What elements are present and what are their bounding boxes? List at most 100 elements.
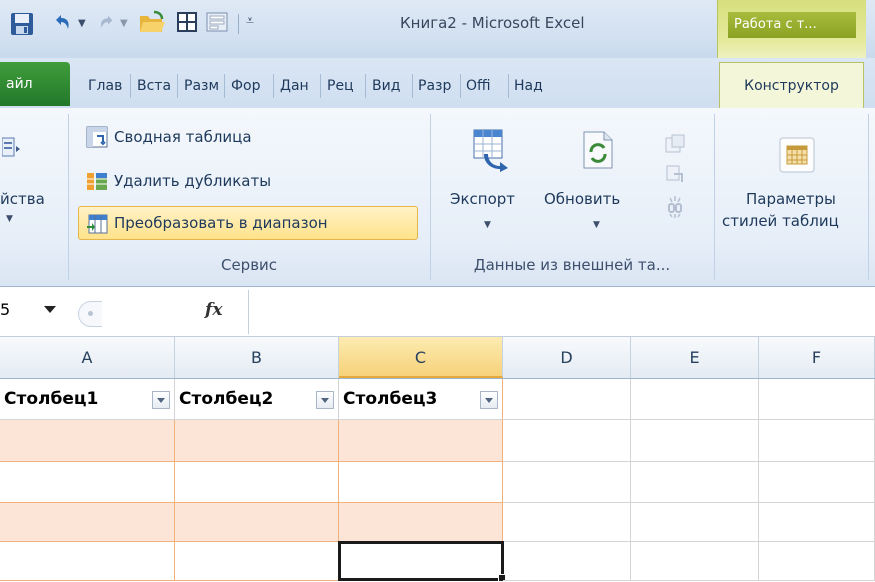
tab-developer[interactable]: Разр (418, 74, 458, 98)
redo-dropdown-icon: ▼ (120, 18, 128, 29)
cell[interactable] (631, 503, 759, 542)
cell[interactable] (503, 420, 631, 462)
tab-separator (508, 74, 509, 98)
table-style-options-label-1[interactable]: Параметры (746, 190, 836, 208)
tab-separator (412, 74, 413, 98)
cell[interactable] (503, 379, 631, 420)
export-icon (473, 129, 508, 172)
insert-function-icon[interactable]: fx (205, 300, 222, 320)
group-separator (430, 114, 431, 280)
table-icon[interactable] (176, 11, 198, 33)
table-cell[interactable] (0, 503, 175, 542)
tab-separator (460, 74, 461, 98)
column-header-d[interactable]: D (503, 337, 631, 378)
filter-dropdown-icon[interactable] (152, 391, 170, 409)
cell[interactable] (631, 420, 759, 462)
cell[interactable] (759, 462, 875, 503)
column-header-c[interactable]: C (339, 337, 503, 378)
tab-design[interactable]: Конструктор (719, 62, 864, 109)
context-tab-group-label: Работа с т... (728, 12, 856, 38)
table-header-cell-3[interactable]: Столбец3 (339, 379, 503, 420)
export-dropdown-icon: ▼ (484, 220, 491, 230)
name-box-dropdown-icon[interactable] (44, 306, 56, 313)
table-cell[interactable] (339, 503, 503, 542)
cell[interactable] (759, 379, 875, 420)
tab-separator (273, 74, 274, 98)
filter-dropdown-icon[interactable] (316, 391, 334, 409)
pivot-table-button[interactable]: Сводная таблица (114, 128, 252, 146)
tab-data[interactable]: Дан (280, 74, 318, 98)
tab-separator (177, 74, 178, 98)
cell[interactable] (503, 542, 631, 581)
cell[interactable] (759, 542, 875, 581)
open-folder-icon[interactable] (138, 10, 166, 36)
cell[interactable] (503, 462, 631, 503)
external-data-group-label: Данные из внешней та... (473, 256, 671, 274)
formula-input[interactable] (248, 290, 875, 334)
column-header-b[interactable]: B (175, 337, 339, 378)
properties-button[interactable]: йства (0, 190, 45, 208)
cell[interactable] (631, 542, 759, 581)
table-cell[interactable] (0, 542, 175, 581)
customize-toolbar-icon[interactable]: ⩡ (246, 13, 254, 29)
table-style-options-label-2[interactable]: стилей таблиц (722, 212, 839, 230)
column-header-e[interactable]: E (631, 337, 759, 378)
save-icon[interactable] (10, 12, 34, 36)
tab-separator (365, 74, 366, 98)
tab-view[interactable]: Вид (372, 74, 410, 98)
table-cell[interactable] (175, 420, 339, 462)
properties-dropdown-icon: ▼ (6, 214, 13, 224)
cell[interactable] (759, 503, 875, 542)
tab-separator (320, 74, 321, 98)
properties-small-icon (665, 134, 685, 153)
table-header-label: Столбец3 (343, 389, 438, 409)
unlink-icon (668, 196, 682, 218)
pivot-table-icon (86, 126, 108, 148)
toolbar-separator (238, 14, 239, 34)
tab-home[interactable]: Глав (88, 74, 128, 98)
tab-file[interactable]: айл (0, 62, 70, 106)
table-style-options-icon (779, 137, 815, 173)
table-cell[interactable] (339, 420, 503, 462)
name-box[interactable]: 5 (0, 300, 10, 319)
undo-icon[interactable] (52, 12, 72, 32)
cell[interactable] (631, 379, 759, 420)
tab-addins[interactable]: Над (514, 74, 554, 98)
column-header-a[interactable]: A (0, 337, 175, 378)
selected-cell[interactable] (338, 541, 504, 581)
undo-dropdown-icon[interactable]: ▼ (78, 18, 86, 29)
convert-to-range-label: Преобразовать в диапазон (114, 214, 328, 232)
column-header-f[interactable]: F (759, 337, 875, 378)
table-cell[interactable] (175, 503, 339, 542)
window-title: Книга2 - Microsoft Excel (400, 14, 585, 32)
convert-to-range-icon (87, 214, 108, 234)
form-icon[interactable] (206, 11, 228, 33)
table-header-cell-1[interactable]: Столбец1 (0, 379, 175, 420)
tab-office[interactable]: Offi (466, 74, 506, 98)
export-button[interactable]: Экспорт (450, 190, 515, 208)
tab-review[interactable]: Рец (327, 74, 363, 98)
cell[interactable] (631, 462, 759, 503)
group-separator (68, 114, 69, 280)
properties-icon[interactable] (2, 136, 22, 160)
tab-insert[interactable]: Вста (137, 74, 175, 98)
table-cell[interactable] (0, 462, 175, 503)
tab-separator (130, 74, 131, 98)
group-separator (714, 114, 715, 280)
tab-formulas[interactable]: Фор (231, 74, 271, 98)
cell[interactable] (503, 503, 631, 542)
table-header-cell-2[interactable]: Столбец2 (175, 379, 339, 420)
open-in-browser-icon (666, 165, 683, 182)
table-header-label: Столбец2 (179, 389, 274, 409)
remove-duplicates-button[interactable]: Удалить дубликаты (114, 172, 271, 190)
refresh-button[interactable]: Обновить (544, 190, 620, 208)
cell[interactable] (759, 420, 875, 462)
table-cell[interactable] (0, 420, 175, 462)
tab-separator (224, 74, 225, 98)
cancel-dot-icon (88, 311, 93, 316)
table-cell[interactable] (339, 462, 503, 503)
table-cell[interactable] (175, 462, 339, 503)
filter-dropdown-icon[interactable] (480, 391, 498, 409)
tab-page-layout[interactable]: Разм (184, 74, 222, 98)
table-cell[interactable] (175, 542, 339, 581)
